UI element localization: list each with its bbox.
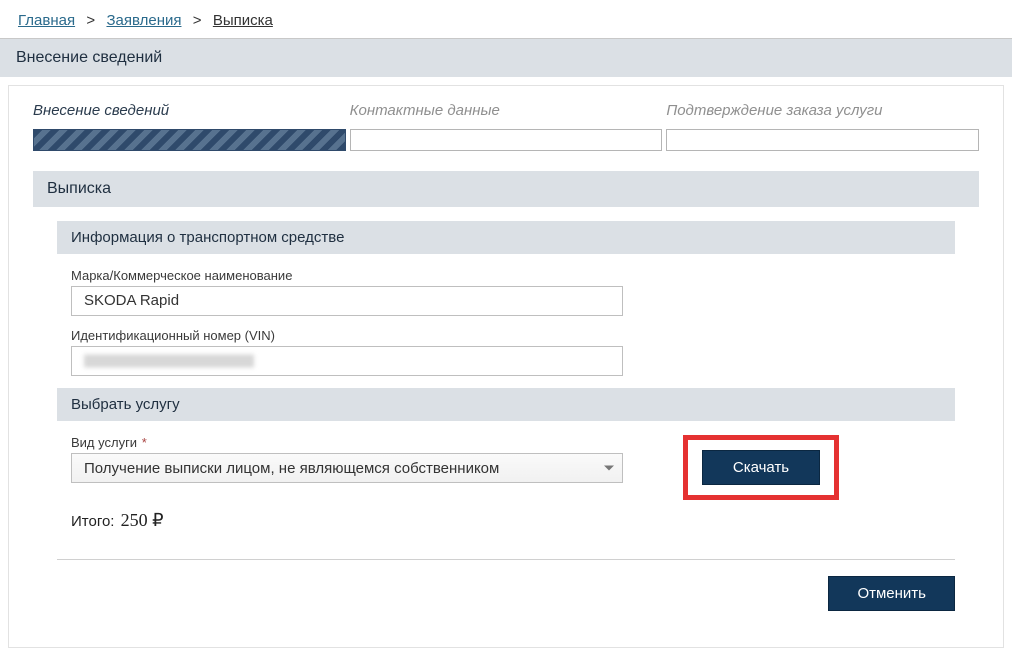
- service-type-value: Получение выписки лицом, не являющемся с…: [84, 460, 499, 477]
- progress-seg-1: [33, 129, 346, 151]
- vehicle-info-header: Информация о транспортном средстве: [57, 221, 955, 254]
- cancel-button[interactable]: Отменить: [828, 576, 955, 611]
- step-label-1: Внесение сведений: [33, 102, 346, 123]
- step-label-2: Контактные данные: [350, 102, 663, 123]
- progress-seg-3: [666, 129, 979, 151]
- chevron-down-icon: [604, 466, 614, 471]
- field-brand: Марка/Коммерческое наименование SKODA Ra…: [71, 268, 941, 316]
- vin-input[interactable]: [71, 346, 623, 376]
- progress-seg-2: [350, 129, 663, 151]
- field-vin: Идентификационный номер (VIN): [71, 328, 941, 376]
- footer-row: Отменить: [33, 576, 979, 623]
- brand-label: Марка/Коммерческое наименование: [71, 268, 941, 283]
- breadcrumb: Главная > Заявления > Выписка: [0, 0, 1012, 39]
- brand-input[interactable]: SKODA Rapid: [71, 286, 623, 316]
- wizard-container: Внесение сведений Контактные данные Подт…: [8, 85, 1004, 648]
- total: Итого: 250 ₽: [71, 510, 941, 531]
- panel-title: Внесение сведений: [0, 39, 1012, 77]
- breadcrumb-applications[interactable]: Заявления: [106, 12, 181, 29]
- page: Главная > Заявления > Выписка Внесение с…: [0, 0, 1012, 622]
- service-left: Вид услуги * Получение выписки лицом, не…: [71, 435, 623, 483]
- download-button[interactable]: Скачать: [702, 450, 820, 485]
- wizard-steps: Внесение сведений Контактные данные Подт…: [33, 102, 979, 123]
- chevron-right-icon: >: [86, 13, 95, 30]
- footer-separator: [57, 559, 955, 560]
- chevron-right-icon: >: [193, 13, 202, 30]
- service-type-label: Вид услуги *: [71, 435, 623, 450]
- download-highlight: Скачать: [683, 435, 839, 500]
- total-amount: 250 ₽: [121, 510, 164, 530]
- wizard-progress: [33, 129, 979, 151]
- step-label-3: Подтверждение заказа услуги: [666, 102, 979, 123]
- service-header: Выбрать услугу: [57, 388, 955, 421]
- vin-label: Идентификационный номер (VIN): [71, 328, 941, 343]
- section-header: Выписка: [33, 171, 979, 207]
- total-label: Итого:: [71, 513, 114, 530]
- service-type-select[interactable]: Получение выписки лицом, не являющемся с…: [71, 453, 623, 483]
- breadcrumb-home[interactable]: Главная: [18, 12, 75, 29]
- breadcrumb-current: Выписка: [213, 12, 273, 29]
- service-row: Вид услуги * Получение выписки лицом, не…: [71, 435, 941, 500]
- inner-panel: Информация о транспортном средстве Марка…: [33, 221, 979, 541]
- required-mark: *: [142, 435, 147, 450]
